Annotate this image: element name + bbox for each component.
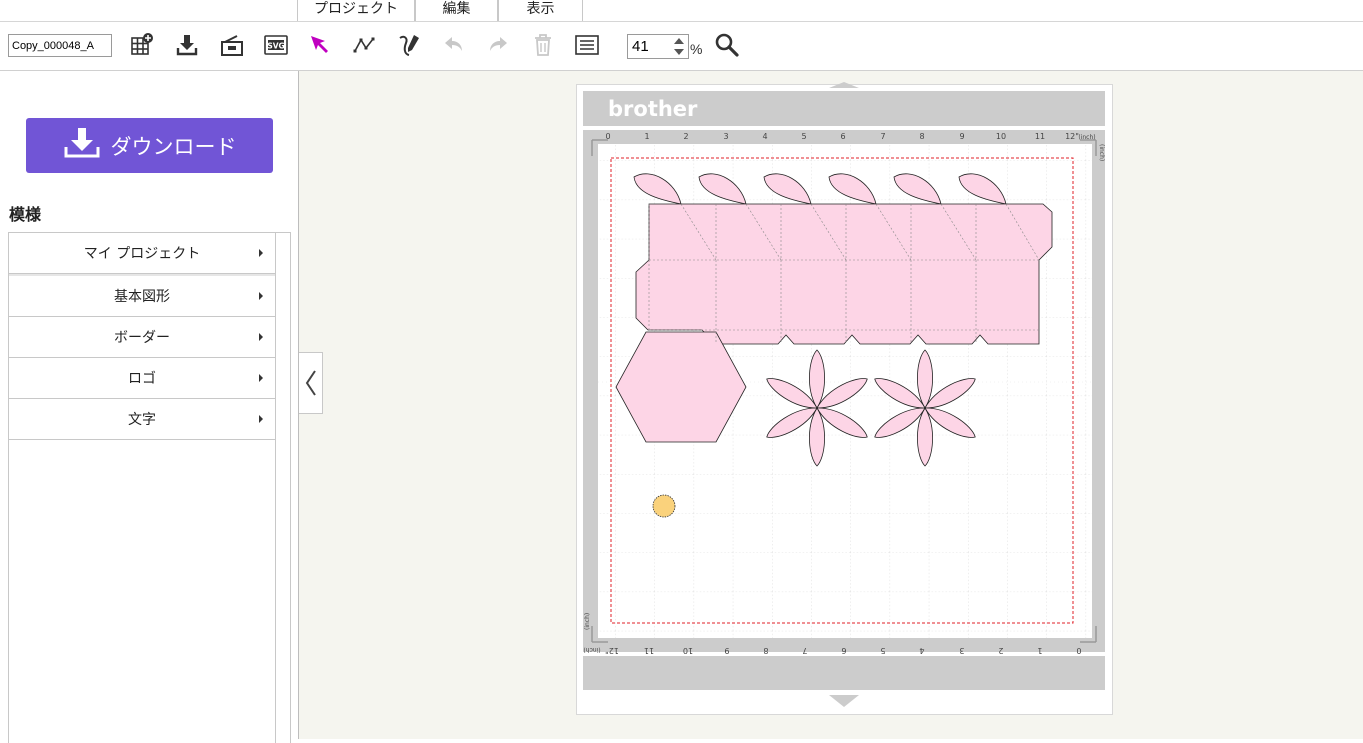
- ruler-bottom-label: 11: [644, 646, 654, 655]
- menu-tab-edit[interactable]: 編集: [415, 0, 498, 22]
- ruler-bottom-label: 2: [998, 646, 1003, 655]
- download-icon: [63, 127, 101, 164]
- scroll-up-arrow[interactable]: [829, 82, 859, 88]
- node-edit-icon[interactable]: [350, 30, 380, 60]
- zoom-icon[interactable]: [712, 30, 742, 60]
- ruler-top-label: 2: [683, 132, 688, 141]
- library-item-label: ロゴ: [128, 371, 156, 387]
- ruler-bottom-label: 12": [605, 646, 619, 655]
- redo-icon[interactable]: [483, 30, 513, 60]
- menu-tab-project[interactable]: プロジェクト: [297, 0, 415, 22]
- import-icon[interactable]: [172, 30, 202, 60]
- svg-text:SVG: SVG: [267, 42, 284, 51]
- undo-icon[interactable]: [439, 30, 469, 60]
- ruler-top-label: 7: [880, 132, 885, 141]
- caret-right-icon: [259, 415, 263, 423]
- ruler-bottom-label: 8: [763, 646, 768, 655]
- svg-import-icon[interactable]: SVG: [261, 30, 291, 60]
- ruler-top-label: 10: [996, 132, 1006, 141]
- download-label: ダウンロード: [110, 134, 237, 159]
- caret-right-icon: [259, 374, 263, 382]
- ruler-bottom-label: 1: [1037, 646, 1042, 655]
- library-item-my-projects[interactable]: マイ プロジェクト: [9, 233, 275, 274]
- ruler-bottom-label: 9: [724, 646, 729, 655]
- ruler-bottom-unit: (inch): [583, 646, 600, 653]
- caret-right-icon: [259, 333, 263, 341]
- circle-shape[interactable]: [652, 494, 676, 518]
- toolbar: SVG %: [0, 22, 1363, 71]
- ruler-bottom-label: 0: [1076, 646, 1081, 655]
- library-scrollbar[interactable]: [275, 233, 290, 743]
- ruler-top-label: 11: [1035, 132, 1045, 141]
- caret-right-icon: [259, 249, 263, 257]
- zoom-stepper[interactable]: [671, 35, 687, 58]
- trash-icon[interactable]: [528, 30, 558, 60]
- ruler-bottom-label: 4: [919, 646, 924, 655]
- project-name-input[interactable]: [8, 34, 112, 57]
- cutting-mat[interactable]: brother 0 1 2 3 4 5 6 7 8 9 10 11 12" (i…: [576, 82, 1113, 712]
- caret-right-icon: [259, 292, 263, 300]
- library-item-label: マイ プロジェクト: [83, 246, 201, 262]
- ruler-bottom-label: 10: [683, 646, 693, 655]
- add-pattern-icon[interactable]: [127, 30, 157, 60]
- ruler-left-unit: (inch): [584, 613, 591, 630]
- ruler-top-label: 9: [959, 132, 964, 141]
- ruler-top-label: 3: [723, 132, 728, 141]
- sidebar: ダウンロード 模様 マイ プロジェクト 基本図形 ボーダー ロゴ 文字: [0, 71, 299, 743]
- download-button[interactable]: ダウンロード: [26, 118, 273, 173]
- ruler-top-label: 1: [644, 132, 649, 141]
- section-title: 模様: [9, 205, 42, 224]
- select-arrow-icon[interactable]: [305, 30, 335, 60]
- menu-tab-view[interactable]: 表示: [498, 0, 583, 22]
- library-item-basic-shapes[interactable]: 基本図形: [9, 276, 275, 317]
- draw-pen-icon[interactable]: [395, 30, 425, 60]
- library-item-label: ボーダー: [114, 330, 170, 346]
- library-item-borders[interactable]: ボーダー: [9, 317, 275, 358]
- ruler-right-unit: (inch): [1098, 144, 1105, 161]
- library-item-label: 文字: [128, 412, 156, 428]
- ruler-bottom-label: 6: [841, 646, 846, 655]
- ruler-top-label: 8: [919, 132, 924, 141]
- library-item-logos[interactable]: ロゴ: [9, 358, 275, 399]
- ruler-top-label: 0: [605, 132, 610, 141]
- scan-icon[interactable]: [217, 30, 247, 60]
- ruler-bottom-label: 7: [802, 646, 807, 655]
- ruler-top-label: 12": [1065, 132, 1079, 141]
- ruler-bottom-label: 5: [880, 646, 885, 655]
- ruler-bottom-label: 3: [959, 646, 964, 655]
- library-item-text[interactable]: 文字: [9, 399, 275, 440]
- ruler-top-label: 5: [801, 132, 806, 141]
- box-net[interactable]: [635, 203, 1053, 345]
- ruler-top-label: 6: [840, 132, 845, 141]
- library-list: マイ プロジェクト 基本図形 ボーダー ロゴ 文字: [8, 232, 291, 743]
- library-item-label: 基本図形: [114, 289, 170, 305]
- list-icon[interactable]: [572, 30, 602, 60]
- collapse-sidebar-button[interactable]: [299, 352, 323, 414]
- ruler-top-unit: (inch): [1078, 134, 1095, 141]
- brand-logo: brother: [608, 97, 698, 121]
- zoom-unit: %: [690, 41, 703, 57]
- scroll-down-arrow[interactable]: [829, 695, 859, 707]
- chevron-left-icon: [305, 370, 316, 396]
- mat-footer-strip: [583, 656, 1105, 690]
- ruler-top-label: 4: [762, 132, 767, 141]
